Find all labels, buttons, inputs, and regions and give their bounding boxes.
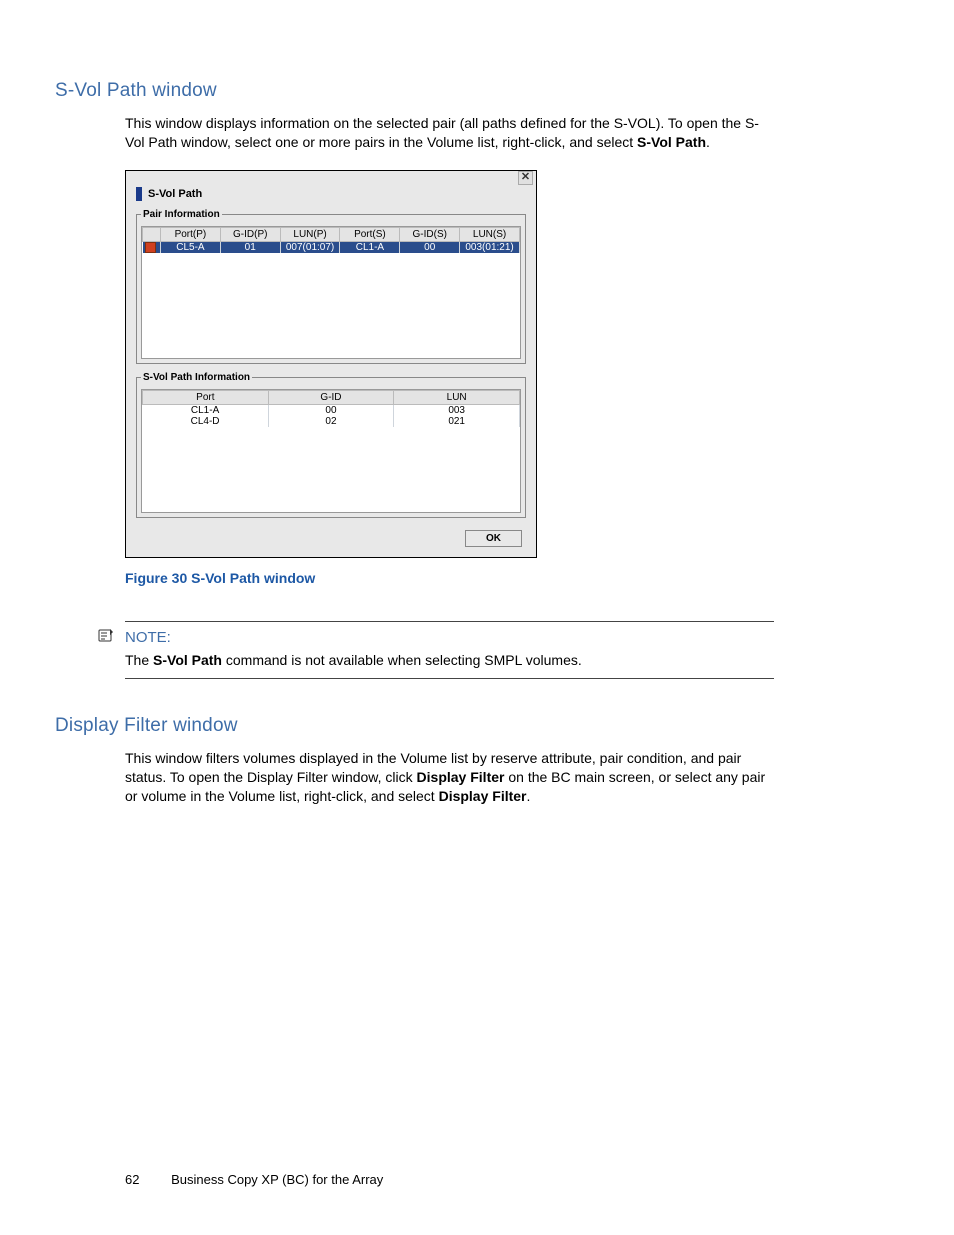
doc-title-footer: Business Copy XP (BC) for the Array <box>171 1172 383 1187</box>
note-block: NOTE: The S-Vol Path command is not avai… <box>125 621 774 679</box>
section-heading-display-filter: Display Filter window <box>55 715 774 737</box>
figure-30-container: ✕ S-Vol Path Pair Information <box>125 170 774 558</box>
svol-info-legend: S-Vol Path Information <box>141 372 252 383</box>
page-footer: 62 Business Copy XP (BC) for the Array <box>125 1172 383 1187</box>
section2-text3: . <box>527 788 531 804</box>
svol-info-table: Port G-ID LUN CL1-A 00 003 CL4-D <box>142 390 520 427</box>
pair-th-lunp[interactable]: LUN(P) <box>280 227 340 241</box>
svol-cell: CL4-D <box>143 416 269 427</box>
svol-cell: 00 <box>268 404 394 416</box>
svol-th-lun[interactable]: LUN <box>394 390 520 404</box>
pair-th-gidp[interactable]: G-ID(P) <box>220 227 280 241</box>
note-icon <box>97 628 115 647</box>
note-bold: S-Vol Path <box>153 652 222 668</box>
pair-cell: CL1-A <box>340 241 400 253</box>
note-text1: The <box>125 652 153 668</box>
note-rule-bottom <box>125 678 774 679</box>
svol-path-info-group: S-Vol Path Information Port G-ID LUN CL1… <box>136 372 526 518</box>
pair-th-gids[interactable]: G-ID(S) <box>400 227 460 241</box>
pair-th-portp[interactable]: Port(P) <box>161 227 221 241</box>
pair-cell: CL5-A <box>161 241 221 253</box>
pair-cell: 007(01:07) <box>280 241 340 253</box>
svol-table-empty-area <box>142 427 520 512</box>
note-rule-top <box>125 621 774 622</box>
pair-information-group: Pair Information Port(P) G-ID(P) LUN(P) <box>136 209 526 364</box>
pair-cell: 00 <box>400 241 460 253</box>
page-number: 62 <box>125 1172 139 1187</box>
section1-para: This window displays information on the … <box>125 114 774 152</box>
svol-cell: 021 <box>394 416 520 427</box>
pair-info-legend: Pair Information <box>141 209 222 220</box>
section1-para-text2: . <box>706 134 710 150</box>
ok-button[interactable]: OK <box>465 530 522 547</box>
note-text2: command is not available when selecting … <box>222 652 582 668</box>
pair-row-selected[interactable]: CL5-A 01 007(01:07) CL1-A 00 003(01:21) <box>143 241 520 253</box>
section2-bold1: Display Filter <box>417 769 505 785</box>
pair-table-empty-area <box>142 253 520 358</box>
svol-cell: CL1-A <box>143 404 269 416</box>
svol-cell: 003 <box>394 404 520 416</box>
pair-th-icon[interactable] <box>143 227 161 241</box>
pair-th-ports[interactable]: Port(S) <box>340 227 400 241</box>
note-body: The S-Vol Path command is not available … <box>125 651 774 670</box>
title-stripe-icon <box>136 187 142 201</box>
figure-caption: Figure 30 S-Vol Path window <box>125 570 774 586</box>
svol-row[interactable]: CL4-D 02 021 <box>143 416 520 427</box>
section2-bold2: Display Filter <box>439 788 527 804</box>
pair-cell: 003(01:21) <box>460 241 520 253</box>
section1-para-bold: S-Vol Path <box>637 134 706 150</box>
svol-th-gid[interactable]: G-ID <box>268 390 394 404</box>
volume-icon <box>145 242 156 253</box>
svol-th-port[interactable]: Port <box>143 390 269 404</box>
pair-info-table: Port(P) G-ID(P) LUN(P) Port(S) G-ID(S) L… <box>142 227 520 253</box>
pair-th-luns[interactable]: LUN(S) <box>460 227 520 241</box>
section2-para: This window filters volumes displayed in… <box>125 749 774 806</box>
svol-path-dialog: ✕ S-Vol Path Pair Information <box>125 170 537 558</box>
svol-cell: 02 <box>268 416 394 427</box>
note-label: NOTE: <box>125 629 171 646</box>
section-heading-svol: S-Vol Path window <box>55 80 774 102</box>
pair-cell: 01 <box>220 241 280 253</box>
svol-row[interactable]: CL1-A 00 003 <box>143 404 520 416</box>
close-icon[interactable]: ✕ <box>518 171 533 185</box>
dialog-title: S-Vol Path <box>148 188 202 200</box>
